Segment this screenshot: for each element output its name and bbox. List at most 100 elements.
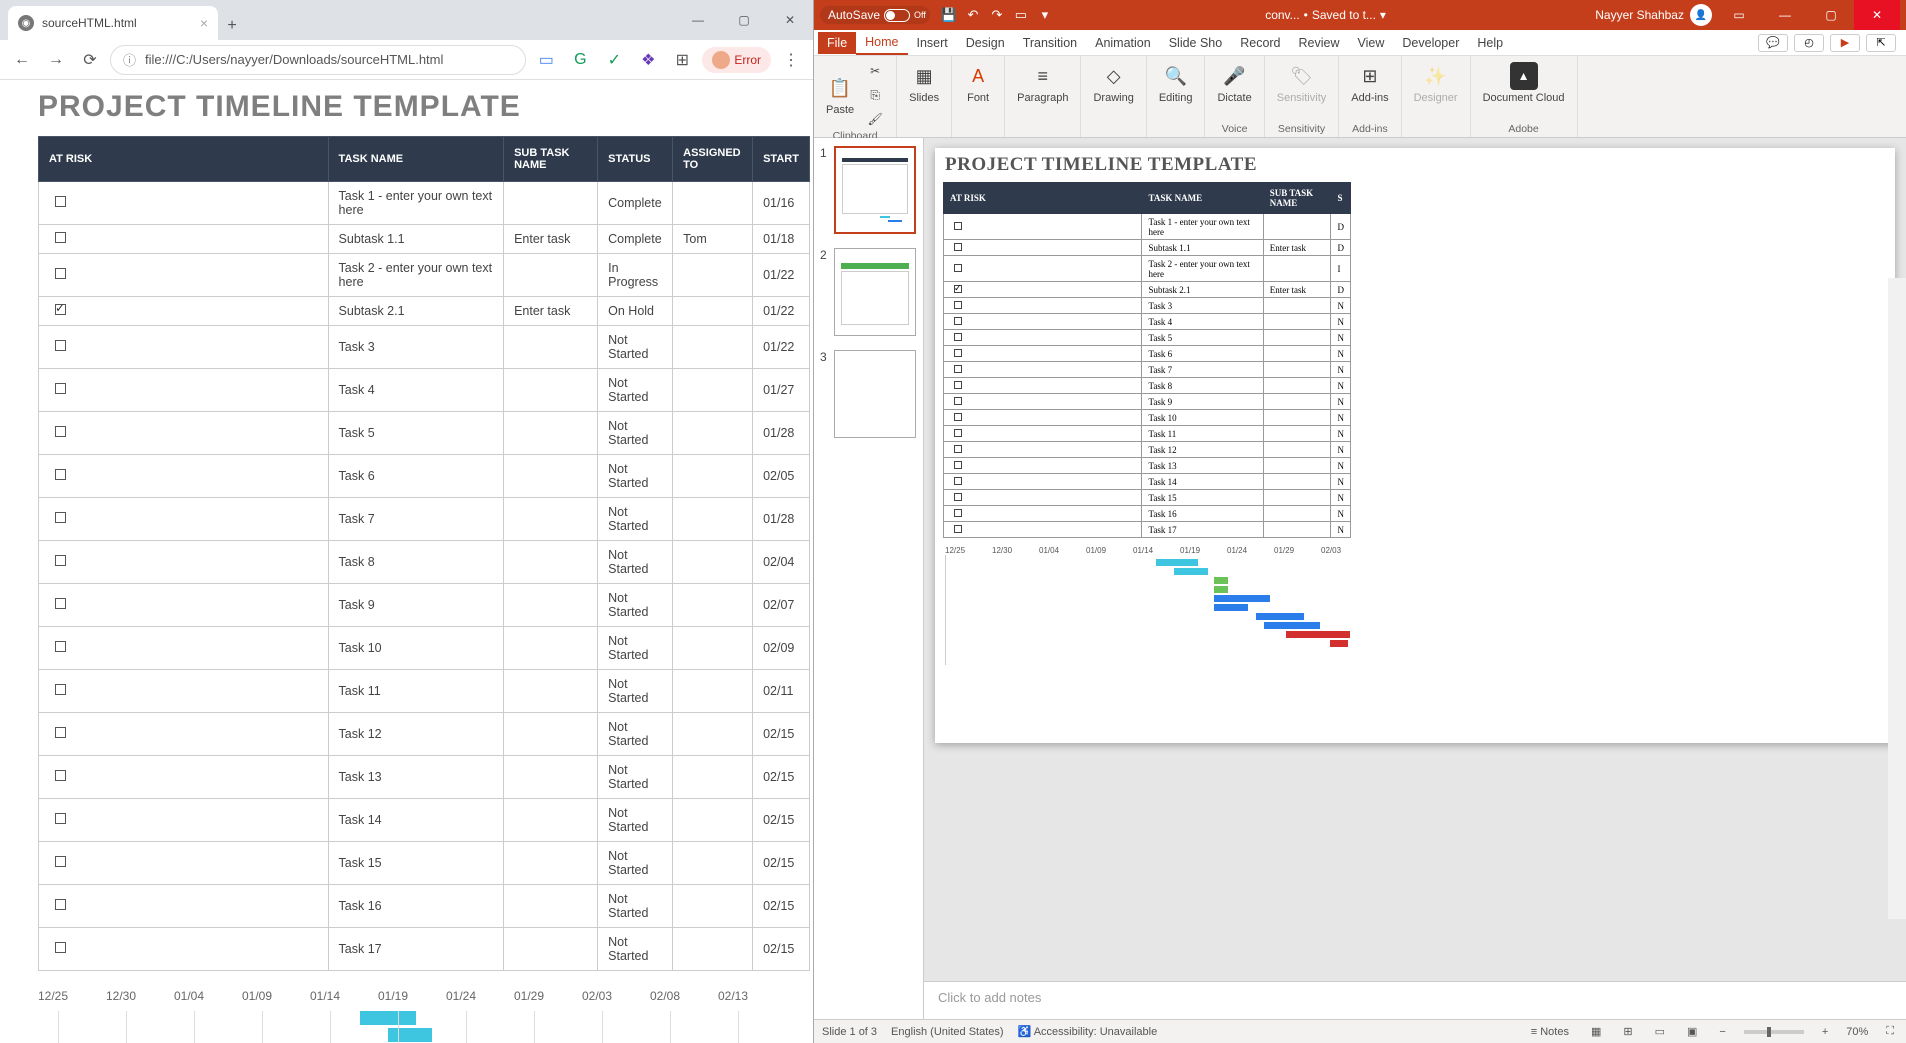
risk-checkbox[interactable] xyxy=(55,232,66,243)
undo-icon[interactable]: ↶ xyxy=(962,4,984,26)
ppt-minimize-button[interactable]: — xyxy=(1762,0,1808,30)
risk-checkbox[interactable] xyxy=(954,429,962,437)
risk-checkbox[interactable] xyxy=(954,525,962,533)
document-title[interactable]: conv... • Saved to t... ▾ xyxy=(1265,8,1386,22)
risk-checkbox[interactable] xyxy=(954,365,962,373)
redo-icon[interactable]: ↷ xyxy=(986,4,1008,26)
thumbnail-2[interactable] xyxy=(834,248,916,336)
tab-insert[interactable]: Insert xyxy=(908,32,957,54)
cut-icon[interactable]: ✂ xyxy=(862,60,888,82)
paste-button[interactable]: 📋Paste xyxy=(822,72,858,118)
forward-button[interactable]: → xyxy=(42,46,70,74)
zoom-out-icon[interactable]: − xyxy=(1715,1024,1729,1040)
risk-checkbox[interactable] xyxy=(55,598,66,609)
zoom-level[interactable]: 70% xyxy=(1846,1026,1868,1038)
paragraph-button[interactable]: ≡Paragraph xyxy=(1013,60,1072,106)
risk-checkbox[interactable] xyxy=(954,285,962,293)
risk-checkbox[interactable] xyxy=(55,512,66,523)
thumbnail-3[interactable] xyxy=(834,350,916,438)
risk-checkbox[interactable] xyxy=(954,413,962,421)
back-button[interactable]: ← xyxy=(8,46,36,74)
risk-checkbox[interactable] xyxy=(954,445,962,453)
language-indicator[interactable]: English (United States) xyxy=(891,1026,1004,1038)
comments-icon[interactable]: 💬 xyxy=(1758,34,1788,52)
maximize-button[interactable]: ▢ xyxy=(721,0,767,40)
risk-checkbox[interactable] xyxy=(55,813,66,824)
risk-checkbox[interactable] xyxy=(954,222,962,230)
chrome-menu-icon[interactable]: ⋮ xyxy=(777,46,805,74)
zoom-slider[interactable] xyxy=(1744,1030,1804,1034)
tab-design[interactable]: Design xyxy=(957,32,1014,54)
browser-tab[interactable]: ◉ sourceHTML.html × xyxy=(8,6,218,40)
risk-checkbox[interactable] xyxy=(55,942,66,953)
risk-checkbox[interactable] xyxy=(55,684,66,695)
risk-checkbox[interactable] xyxy=(55,383,66,394)
save-icon[interactable]: 💾 xyxy=(938,4,960,26)
slide-1[interactable]: PROJECT TIMELINE TEMPLATE AT RISK TASK N… xyxy=(935,148,1895,743)
normal-view-icon[interactable]: ▦ xyxy=(1587,1023,1605,1040)
tab-close-icon[interactable]: × xyxy=(200,15,208,31)
fit-window-icon[interactable]: ⛶ xyxy=(1882,1023,1898,1040)
tab-record[interactable]: Record xyxy=(1231,32,1289,54)
thumbnail-1[interactable] xyxy=(834,146,916,234)
risk-checkbox[interactable] xyxy=(954,333,962,341)
user-account[interactable]: Nayyer Shahbaz 👤 xyxy=(1595,4,1712,26)
risk-checkbox[interactable] xyxy=(954,493,962,501)
close-button[interactable]: ✕ xyxy=(767,0,813,40)
risk-checkbox[interactable] xyxy=(55,196,66,207)
profile-error-chip[interactable]: Error xyxy=(702,47,771,73)
risk-checkbox[interactable] xyxy=(55,727,66,738)
risk-checkbox[interactable] xyxy=(954,509,962,517)
risk-checkbox[interactable] xyxy=(954,397,962,405)
tab-animation[interactable]: Animation xyxy=(1086,32,1160,54)
risk-checkbox[interactable] xyxy=(55,770,66,781)
ribbon-options-icon[interactable]: ▭ xyxy=(1716,0,1762,30)
risk-checkbox[interactable] xyxy=(954,349,962,357)
risk-checkbox[interactable] xyxy=(954,301,962,309)
tab-slideshow[interactable]: Slide Sho xyxy=(1160,32,1232,54)
risk-checkbox[interactable] xyxy=(954,243,962,251)
sorter-view-icon[interactable]: ⊞ xyxy=(1619,1023,1636,1040)
copy-icon[interactable]: ⎘ xyxy=(862,84,888,106)
tab-developer[interactable]: Developer xyxy=(1393,32,1468,54)
address-bar[interactable]: ⓘ file:///C:/Users/nayyer/Downloads/sour… xyxy=(110,45,526,75)
risk-checkbox[interactable] xyxy=(55,426,66,437)
slides-button[interactable]: ▦Slides xyxy=(905,60,943,106)
drawing-button[interactable]: ◇Drawing xyxy=(1089,60,1137,106)
zoom-in-icon[interactable]: + xyxy=(1818,1024,1832,1040)
risk-checkbox[interactable] xyxy=(55,340,66,351)
qat-dropdown-icon[interactable]: ▾ xyxy=(1034,4,1056,26)
risk-checkbox[interactable] xyxy=(954,461,962,469)
minimize-button[interactable]: — xyxy=(675,0,721,40)
risk-checkbox[interactable] xyxy=(55,641,66,652)
risk-checkbox[interactable] xyxy=(55,268,66,279)
vertical-scrollbar[interactable] xyxy=(1888,278,1906,919)
start-slideshow-icon[interactable]: ▭ xyxy=(1010,4,1032,26)
autosave-toggle[interactable]: AutoSave Off xyxy=(820,6,930,24)
page-content[interactable]: PROJECT TIMELINE TEMPLATE AT RISK TASK N… xyxy=(0,80,813,1043)
tab-view[interactable]: View xyxy=(1349,32,1394,54)
ext-icon-3[interactable]: ✓ xyxy=(600,46,628,74)
share-icon[interactable]: ⇱ xyxy=(1866,34,1896,52)
reading-view-icon[interactable]: ▭ xyxy=(1651,1023,1669,1040)
slide-area[interactable]: PROJECT TIMELINE TEMPLATE AT RISK TASK N… xyxy=(924,138,1906,981)
risk-checkbox[interactable] xyxy=(55,304,66,315)
risk-checkbox[interactable] xyxy=(55,899,66,910)
ext-icon-2[interactable]: G xyxy=(566,46,594,74)
risk-checkbox[interactable] xyxy=(954,477,962,485)
accessibility-indicator[interactable]: ♿ Accessibility: Unavailable xyxy=(1018,1025,1158,1038)
slideshow-view-icon[interactable]: ▣ xyxy=(1683,1023,1701,1040)
editing-button[interactable]: 🔍Editing xyxy=(1155,60,1197,106)
risk-checkbox[interactable] xyxy=(954,381,962,389)
tab-transition[interactable]: Transition xyxy=(1014,32,1086,54)
new-tab-button[interactable]: + xyxy=(218,12,246,40)
risk-checkbox[interactable] xyxy=(55,469,66,480)
addins-button[interactable]: ⊞Add-ins xyxy=(1347,60,1392,106)
tab-file[interactable]: File xyxy=(818,32,856,54)
tab-review[interactable]: Review xyxy=(1290,32,1349,54)
slide-thumbnails[interactable]: 1 2 3 xyxy=(814,138,924,1019)
risk-checkbox[interactable] xyxy=(954,317,962,325)
ext-icon-1[interactable]: ▭ xyxy=(532,46,560,74)
ppt-maximize-button[interactable]: ▢ xyxy=(1808,0,1854,30)
risk-checkbox[interactable] xyxy=(55,555,66,566)
